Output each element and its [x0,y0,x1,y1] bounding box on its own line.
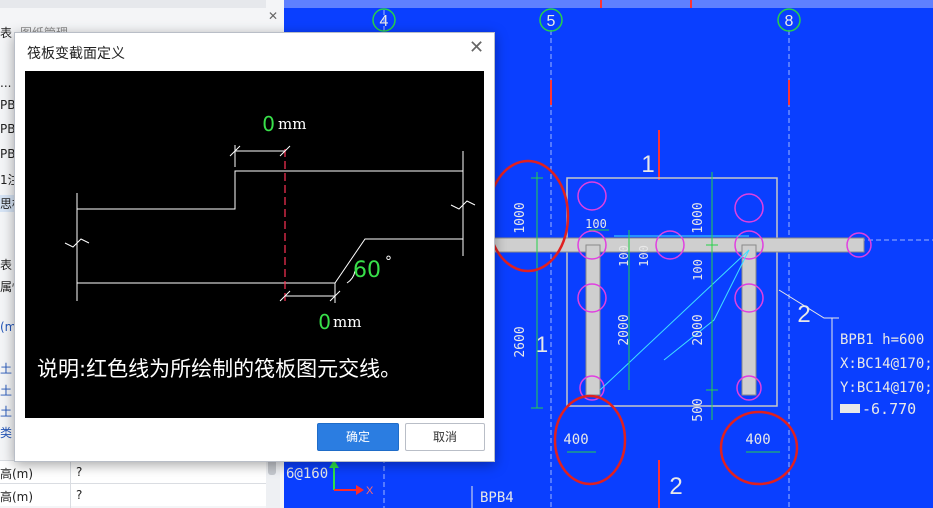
dim-label: 2600 [513,326,528,357]
highlight-circle [486,159,570,273]
section-preview: 0 mm 60 ° 0 mm 说明:红色线为所绘制的筏板图元交线。 [25,71,484,418]
angle-value: 60 [353,258,381,283]
raft-label-line3: Y:BC14@170;TC1 [840,380,933,396]
property-value[interactable]: ? [76,488,82,502]
dim-bottom-value: 0 [318,310,331,334]
dim-top-unit: mm [278,115,306,133]
property-row[interactable] [0,483,266,506]
axis-label-4: 4 [380,13,389,30]
panel-row-label[interactable]: 土 [0,360,12,377]
dim-label: 1000 [513,202,528,233]
panel-row-label[interactable]: 土 [0,403,12,420]
dim-label: 2000 [691,314,706,345]
section-mark: 2 [669,473,682,500]
axis-label-5: 5 [547,13,556,30]
panel-row-label[interactable]: 土 [0,382,12,399]
property-value[interactable]: ? [76,465,82,479]
angle-unit: ° [385,254,392,270]
canvas-top-strip [284,0,933,8]
panel-row-label[interactable]: 表 [0,256,12,273]
toolbar-strip [0,0,266,8]
section-preview-drawing: 0 mm 60 ° 0 mm 说明:红色线为所绘制的筏板图元交线。 [37,112,476,381]
property-label: 高(m) [0,467,34,481]
dim-bottom-unit: mm [333,313,361,331]
dim-label: 100 [585,217,607,231]
property-row[interactable] [0,460,266,483]
panel-row-label[interactable]: ... [0,76,11,90]
property-label: 高(m) [0,490,34,504]
ok-button[interactable]: 确定 [317,423,399,451]
dim-top [229,145,291,167]
coord-x-label: X [366,485,374,497]
cancel-button[interactable]: 取消 [405,423,485,451]
rebar-label: 6@160 [286,466,328,482]
raft-label-line2: X:BC14@170;TC1 [840,356,933,372]
dim-label: 1000 [691,202,706,233]
close-icon[interactable]: ✕ [469,39,484,57]
raft-label-line4: -6.770 [862,400,916,418]
bpb4-label: BPB4 [480,490,514,506]
panel-row-label[interactable]: 类 [0,424,12,441]
axis-label-8: 8 [785,13,794,30]
panel-row-label[interactable]: 表 [0,24,12,41]
column-divider [70,460,71,508]
dialog-title: 筏板变截面定义 [27,46,125,62]
axis-bubbles [372,8,801,32]
panel-close-icon[interactable]: ✕ [268,9,278,23]
dim-label: 100 [691,259,705,281]
section-note: 说明:红色线为所绘制的筏板图元交线。 [37,357,401,381]
raft-variable-section-dialog: 筏板变截面定义 ✕ 0 mm 60 ° 0 mm 说明:红色线为所绘制的筏板图元… [14,32,495,462]
dim-label: 500 [691,398,706,421]
dim-top-value: 0 [262,112,275,136]
raft-label-line1: BPB1 h=600 [840,332,924,348]
dim-bottom [279,283,341,303]
dim-label: 400 [745,432,770,448]
section-mark: 1 [641,151,654,178]
raft-label-scribble [840,404,860,413]
section-mark: 1 [536,332,548,357]
highlight-circle [719,410,799,486]
pile-circles [577,181,872,401]
slab-outline [64,151,476,301]
coord-x-arrow [356,485,364,495]
dim-label: 100 [637,245,651,267]
dim-label: 100 [617,245,631,267]
dim-label: 400 [563,432,588,448]
dim-label: 2000 [617,314,632,345]
